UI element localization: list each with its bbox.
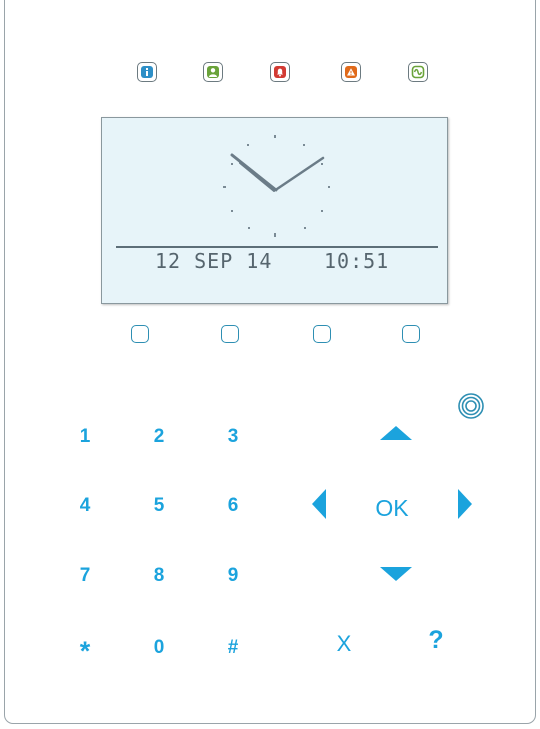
warning-led-icon <box>341 62 361 82</box>
user-led-icon <box>203 62 223 82</box>
soft-key-4[interactable] <box>402 325 420 343</box>
key-6[interactable]: 6 <box>211 485 255 525</box>
arrow-right-icon[interactable] <box>457 488 473 520</box>
soft-key-1[interactable] <box>131 325 149 343</box>
power-led-icon <box>408 62 428 82</box>
proximity-reader-icon <box>458 393 484 419</box>
key-9[interactable]: 9 <box>211 555 255 595</box>
key-4[interactable]: 4 <box>63 485 107 525</box>
keypad-device <box>4 0 536 724</box>
arrow-down-icon[interactable] <box>379 566 413 582</box>
cancel-button[interactable]: X <box>322 624 366 664</box>
ok-button[interactable]: OK <box>362 488 422 528</box>
key-3[interactable]: 3 <box>211 416 255 456</box>
analog-clock-icon <box>223 135 330 237</box>
key-0[interactable]: 0 <box>137 627 181 667</box>
key-8[interactable]: 8 <box>137 555 181 595</box>
key-1[interactable]: 1 <box>63 416 107 456</box>
lcd-divider <box>116 246 438 248</box>
key-hash[interactable]: # <box>211 627 255 667</box>
info-led-icon <box>137 62 157 82</box>
key-star[interactable]: * <box>63 627 107 667</box>
arrow-left-icon[interactable] <box>311 488 327 520</box>
lcd-date: 12 SEP 14 <box>155 249 273 273</box>
key-5[interactable]: 5 <box>137 485 181 525</box>
arrow-up-icon[interactable] <box>379 425 413 441</box>
lcd-display: 12 SEP 14 10:51 <box>101 117 448 304</box>
soft-key-3[interactable] <box>313 325 331 343</box>
key-2[interactable]: 2 <box>137 416 181 456</box>
help-button[interactable]: ? <box>414 620 458 660</box>
soft-key-2[interactable] <box>221 325 239 343</box>
bell-led-icon <box>270 62 290 82</box>
key-7[interactable]: 7 <box>63 555 107 595</box>
lcd-time: 10:51 <box>324 249 390 273</box>
